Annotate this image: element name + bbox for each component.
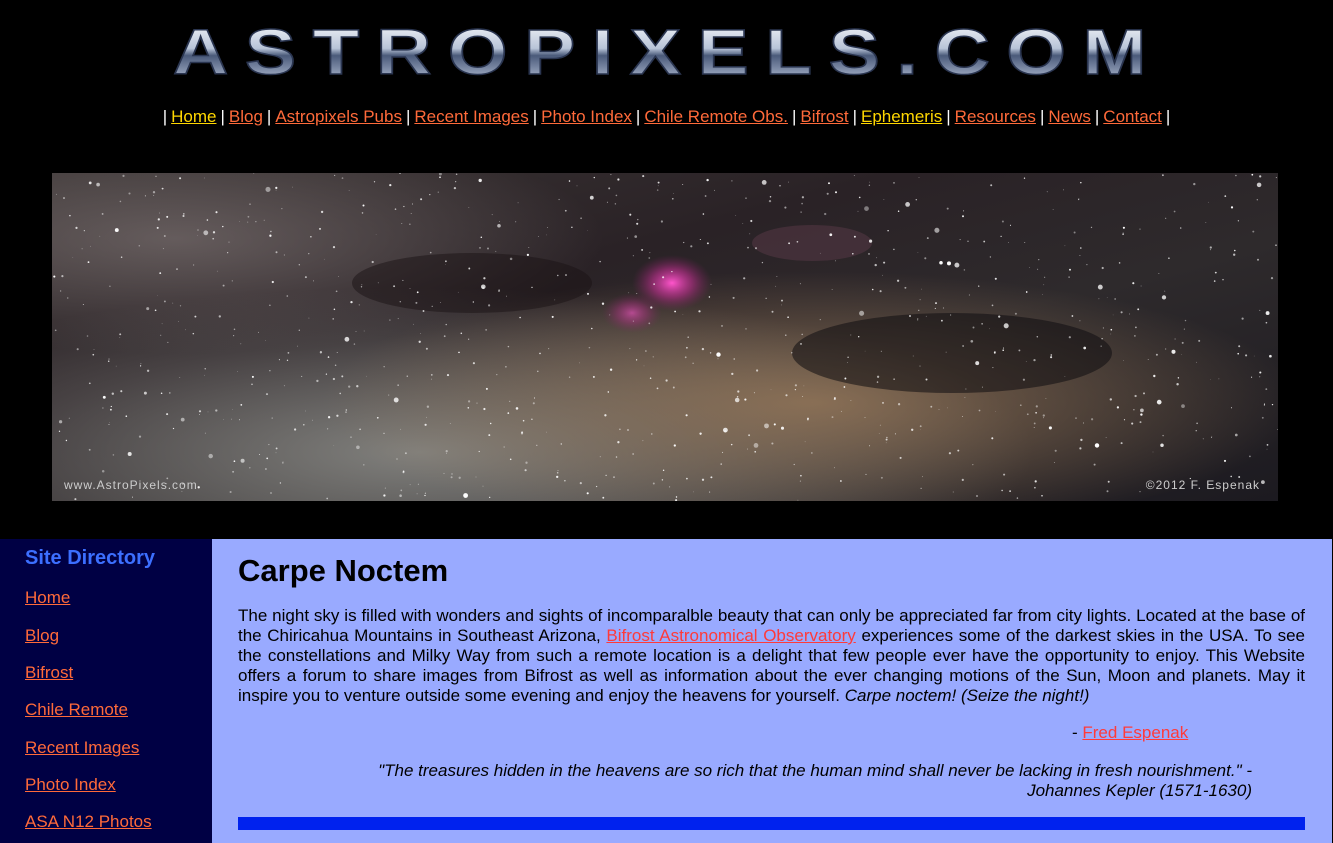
banner-watermark-left: www.AstroPixels.com <box>63 478 198 492</box>
fred-espenak-link[interactable]: Fred Espenak <box>1082 723 1188 742</box>
nav-separator: | <box>220 107 225 126</box>
nav-separator: | <box>635 107 641 126</box>
top-nav: | Home | Blog | Astropixels Pubs | Recent Image… <box>0 106 1333 128</box>
nav-link-chile-remote-obs[interactable]: Chile Remote Obs. <box>644 107 788 126</box>
nav-separator: | <box>946 107 951 126</box>
site-directory-sidebar: Site Directory Home Blog Bifrost Chile R… <box>0 539 212 843</box>
nav-link-photo-index[interactable]: Photo Index <box>541 107 632 126</box>
milky-way-banner-image: www.AstroPixels.com ©2012 F. Espenak <box>52 173 1278 501</box>
nav-separator: | <box>1094 107 1100 126</box>
sidebar-link-asa-n12-photos[interactable]: ASA N12 Photos <box>25 812 152 832</box>
banner-watermark-right: ©2012 F. Espenak <box>1146 478 1260 492</box>
nav-separator: | <box>532 107 538 126</box>
nav-separator: | <box>1165 107 1171 126</box>
page-title: Carpe Noctem <box>238 553 449 588</box>
kepler-quote: "The treasures hidden in the heavens are… <box>332 761 1252 801</box>
nav-separator: | <box>266 107 272 126</box>
quote-line-2: Johannes Kepler (1571-1630) <box>1027 781 1252 800</box>
site-logo[interactable]: AstroPixels.com <box>168 16 1168 82</box>
main-content: Carpe Noctem The night sky is filled wit… <box>212 539 1332 843</box>
bifrost-observatory-link[interactable]: Bifrost Astronomical Observatory <box>606 626 855 645</box>
sidebar-link-blog[interactable]: Blog <box>25 626 59 646</box>
nav-link-recent-images[interactable]: Recent Images <box>414 107 528 126</box>
nav-link-bifrost[interactable]: Bifrost <box>800 107 848 126</box>
logo-text: AstroPixels.com <box>173 16 1163 82</box>
nav-link-astropixels-pubs[interactable]: Astropixels Pubs <box>275 107 402 126</box>
nav-separator: | <box>1039 107 1045 126</box>
quote-line-1: "The treasures hidden in the heavens are… <box>378 761 1252 780</box>
nav-separator: | <box>405 107 411 126</box>
divider-bar <box>238 817 1305 830</box>
sidebar-link-home[interactable]: Home <box>25 588 70 608</box>
nav-separator: | <box>162 107 168 126</box>
nav-link-blog[interactable]: Blog <box>229 107 263 126</box>
sidebar-link-bifrost[interactable]: Bifrost <box>25 663 73 683</box>
nav-link-news[interactable]: News <box>1048 107 1091 126</box>
nav-link-contact[interactable]: Contact <box>1103 107 1162 126</box>
intro-italic-motto: Carpe noctem! (Seize the night!) <box>844 686 1090 705</box>
signature: - Fred Espenak <box>1072 723 1188 743</box>
nav-link-home[interactable]: Home <box>171 107 216 126</box>
signature-prefix: - <box>1072 723 1083 742</box>
sidebar-title: Site Directory <box>25 547 156 569</box>
banner-graphic: www.AstroPixels.com ©2012 F. Espenak <box>52 173 1278 501</box>
sidebar-link-chile-remote[interactable]: Chile Remote <box>25 700 128 720</box>
nav-separator: | <box>791 107 797 126</box>
intro-paragraph: The night sky is filled with wonders and… <box>238 606 1305 706</box>
logo-graphic: AstroPixels.com <box>172 16 1163 82</box>
sidebar-link-photo-index[interactable]: Photo Index <box>25 775 116 795</box>
sidebar-link-recent-images[interactable]: Recent Images <box>25 738 139 758</box>
nav-link-resources[interactable]: Resources <box>955 107 1036 126</box>
nav-link-ephemeris[interactable]: Ephemeris <box>861 107 942 126</box>
nav-separator: | <box>852 107 857 126</box>
